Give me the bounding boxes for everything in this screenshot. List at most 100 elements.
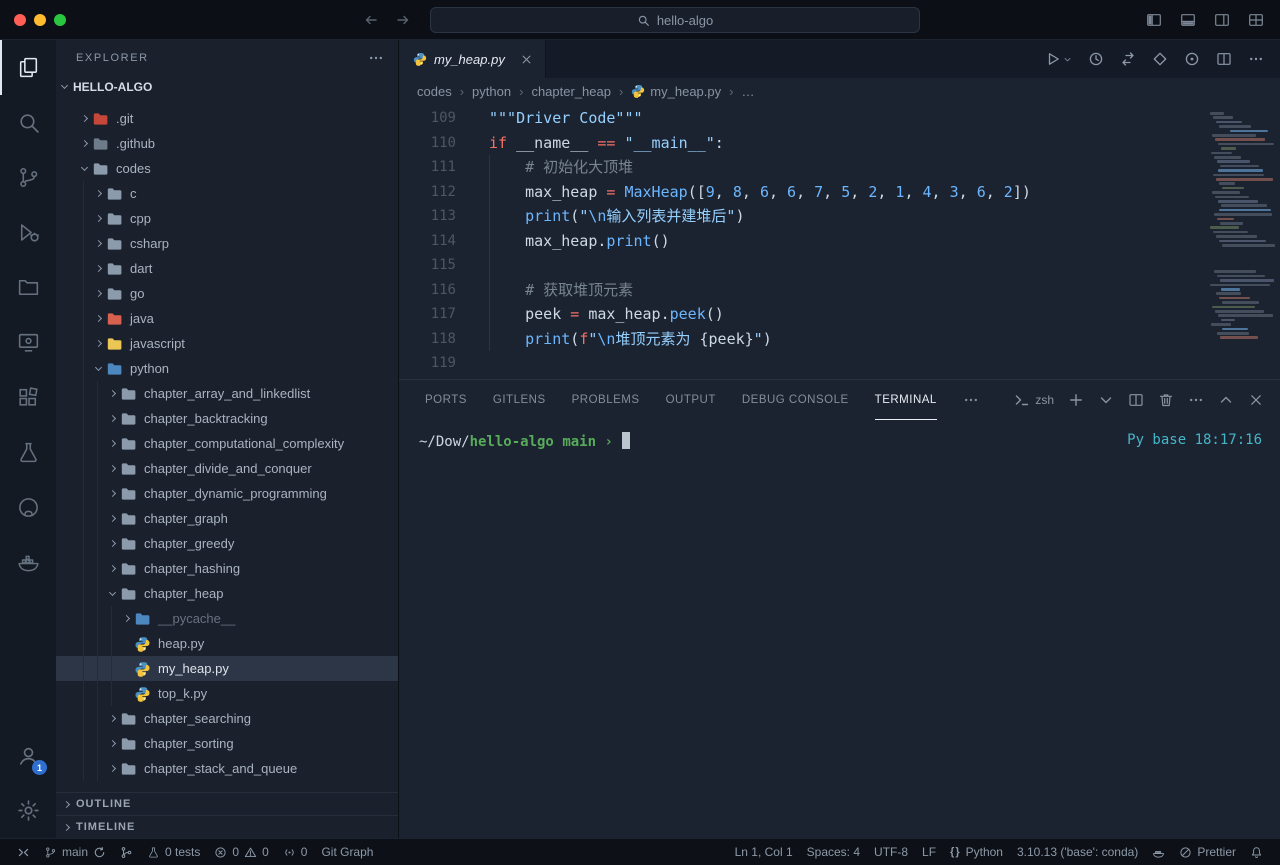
- code-line-116[interactable]: 116 # 获取堆顶元素: [399, 278, 1280, 303]
- code-line-118[interactable]: 118 print(f"\n堆顶元素为 {peek}"): [399, 327, 1280, 352]
- code-line-119[interactable]: 119: [399, 351, 1280, 376]
- status-notifications[interactable]: [1243, 846, 1270, 859]
- tree-item-heap-py[interactable]: heap.py: [56, 631, 398, 656]
- tree-item-java[interactable]: java: [56, 306, 398, 331]
- breadcrumb-item-1[interactable]: python: [472, 84, 511, 99]
- explorer-more-actions-button[interactable]: [368, 50, 384, 66]
- tree-item-chapter_stack_and_queue[interactable]: chapter_stack_and_queue: [56, 756, 398, 781]
- zoom-window-button[interactable]: [54, 14, 66, 26]
- layout-sidebar-left-button[interactable]: [1146, 12, 1162, 28]
- outline-section[interactable]: OUTLINE: [56, 792, 398, 815]
- line-number[interactable]: 118: [399, 327, 456, 352]
- panel-tab-problems[interactable]: PROBLEMS: [572, 380, 640, 420]
- split-editor-button[interactable]: [1216, 51, 1232, 67]
- compare-file-button[interactable]: [1152, 51, 1168, 67]
- tree-item-cpp[interactable]: cpp: [56, 206, 398, 231]
- tree-item-chapter_computational_complexity[interactable]: chapter_computational_complexity: [56, 431, 398, 456]
- line-number[interactable]: 109: [399, 106, 456, 131]
- line-number[interactable]: 110: [399, 131, 456, 156]
- status-container-status[interactable]: [1145, 846, 1172, 859]
- project-root-item[interactable]: HELLO-ALGO: [56, 76, 398, 98]
- tree-item-javascript[interactable]: javascript: [56, 331, 398, 356]
- close-panel-button[interactable]: [1248, 392, 1264, 408]
- code-line-117[interactable]: 117 peek = max_heap.peek(): [399, 302, 1280, 327]
- tree-item-top_k-py[interactable]: top_k.py: [56, 681, 398, 706]
- code-line-111[interactable]: 111 # 初始化大顶堆: [399, 155, 1280, 180]
- tree-item-dart[interactable]: dart: [56, 256, 398, 281]
- maximize-panel-button[interactable]: [1218, 392, 1234, 408]
- status-eol[interactable]: LF: [915, 845, 943, 859]
- tree-item-csharp[interactable]: csharp: [56, 231, 398, 256]
- activity-search[interactable]: [0, 95, 56, 150]
- tab-my-heap-py[interactable]: my_heap.py: [399, 40, 546, 78]
- breadcrumb-item-2[interactable]: chapter_heap: [531, 84, 611, 99]
- line-number[interactable]: 116: [399, 278, 456, 303]
- code-line-112[interactable]: 112 max_heap = MaxHeap([9, 8, 6, 6, 7, 5…: [399, 180, 1280, 205]
- tree-item--git[interactable]: .git: [56, 106, 398, 131]
- launch-profile-button[interactable]: zsh: [1014, 392, 1054, 408]
- split-terminal-button[interactable]: [1128, 392, 1144, 408]
- code-line-113[interactable]: 113 print("\n输入列表并建堆后"): [399, 204, 1280, 229]
- tree-item-chapter_array_and_linkedlist[interactable]: chapter_array_and_linkedlist: [56, 381, 398, 406]
- line-number[interactable]: 111: [399, 155, 456, 180]
- tree-item-go[interactable]: go: [56, 281, 398, 306]
- more-actions-button[interactable]: [1248, 51, 1264, 67]
- line-number[interactable]: 117: [399, 302, 456, 327]
- close-tab-icon[interactable]: [520, 53, 533, 66]
- back-button[interactable]: [363, 12, 379, 28]
- line-number[interactable]: 113: [399, 204, 456, 229]
- status-cursor-position[interactable]: Ln 1, Col 1: [728, 845, 800, 859]
- forward-button[interactable]: [395, 12, 411, 28]
- activity-settings[interactable]: [0, 783, 56, 838]
- status-encoding[interactable]: UTF-8: [867, 845, 915, 859]
- activity-project-manager[interactable]: [0, 260, 56, 315]
- line-number[interactable]: 119: [399, 351, 456, 376]
- activity-remote-explorer[interactable]: [0, 315, 56, 370]
- code-line-109[interactable]: 109"""Driver Code""": [399, 106, 1280, 131]
- panel-tab-debug-console[interactable]: DEBUG CONSOLE: [742, 380, 849, 420]
- tree-item-my_heap-py[interactable]: my_heap.py: [56, 656, 398, 681]
- status-prettier-status[interactable]: Prettier: [1172, 845, 1243, 859]
- status-git-branch-status[interactable]: main: [37, 845, 113, 859]
- panel-more-tabs-button[interactable]: [963, 392, 979, 408]
- new-terminal-button[interactable]: [1068, 392, 1084, 408]
- file-annotations-button[interactable]: [1184, 51, 1200, 67]
- run-python-file-button[interactable]: [1045, 51, 1072, 67]
- activity-explorer[interactable]: [0, 40, 56, 95]
- kill-terminal-button[interactable]: [1158, 392, 1174, 408]
- activity-accounts[interactable]: 1: [0, 728, 56, 783]
- terminal-profiles-dropdown-button[interactable]: [1098, 392, 1114, 408]
- close-window-button[interactable]: [14, 14, 26, 26]
- status-python-interpreter[interactable]: 3.10.13 ('base': conda): [1010, 845, 1145, 859]
- activity-github[interactable]: [0, 480, 56, 535]
- activity-source-control[interactable]: [0, 150, 56, 205]
- open-changes-button[interactable]: [1120, 51, 1136, 67]
- minimize-window-button[interactable]: [34, 14, 46, 26]
- status-language-mode[interactable]: {}Python: [943, 845, 1010, 859]
- activity-testing[interactable]: [0, 425, 56, 480]
- breadcrumb-item-0[interactable]: codes: [417, 84, 452, 99]
- layout-grid-button[interactable]: [1248, 12, 1264, 28]
- tree-item-codes[interactable]: codes: [56, 156, 398, 181]
- breadcrumb-item-4[interactable]: …: [741, 84, 754, 99]
- code-editor[interactable]: 109"""Driver Code"""110if __name__ == "_…: [399, 104, 1280, 379]
- layout-sidebar-right-button[interactable]: [1214, 12, 1230, 28]
- tree-item-c[interactable]: c: [56, 181, 398, 206]
- panel-more-actions-button[interactable]: [1188, 392, 1204, 408]
- tree-item-chapter_sorting[interactable]: chapter_sorting: [56, 731, 398, 756]
- view-timeline-button[interactable]: [1088, 51, 1104, 67]
- status-remote-indicator[interactable]: [10, 846, 37, 859]
- tree-item-chapter_greedy[interactable]: chapter_greedy: [56, 531, 398, 556]
- line-number[interactable]: 112: [399, 180, 456, 205]
- tree-item-chapter_divide_and_conquer[interactable]: chapter_divide_and_conquer: [56, 456, 398, 481]
- tree-item-chapter_dynamic_programming[interactable]: chapter_dynamic_programming: [56, 481, 398, 506]
- panel-tab-ports[interactable]: PORTS: [425, 380, 467, 420]
- line-number[interactable]: 114: [399, 229, 456, 254]
- breadcrumb-item-3[interactable]: my_heap.py: [631, 84, 721, 99]
- activity-run-debug[interactable]: [0, 205, 56, 260]
- status-test-status[interactable]: 0 tests: [140, 845, 207, 859]
- tree-item-chapter_backtracking[interactable]: chapter_backtracking: [56, 406, 398, 431]
- tree-item-__pycache__[interactable]: __pycache__: [56, 606, 398, 631]
- panel-tab-terminal[interactable]: TERMINAL: [875, 380, 937, 420]
- command-center-search[interactable]: hello-algo: [430, 7, 920, 33]
